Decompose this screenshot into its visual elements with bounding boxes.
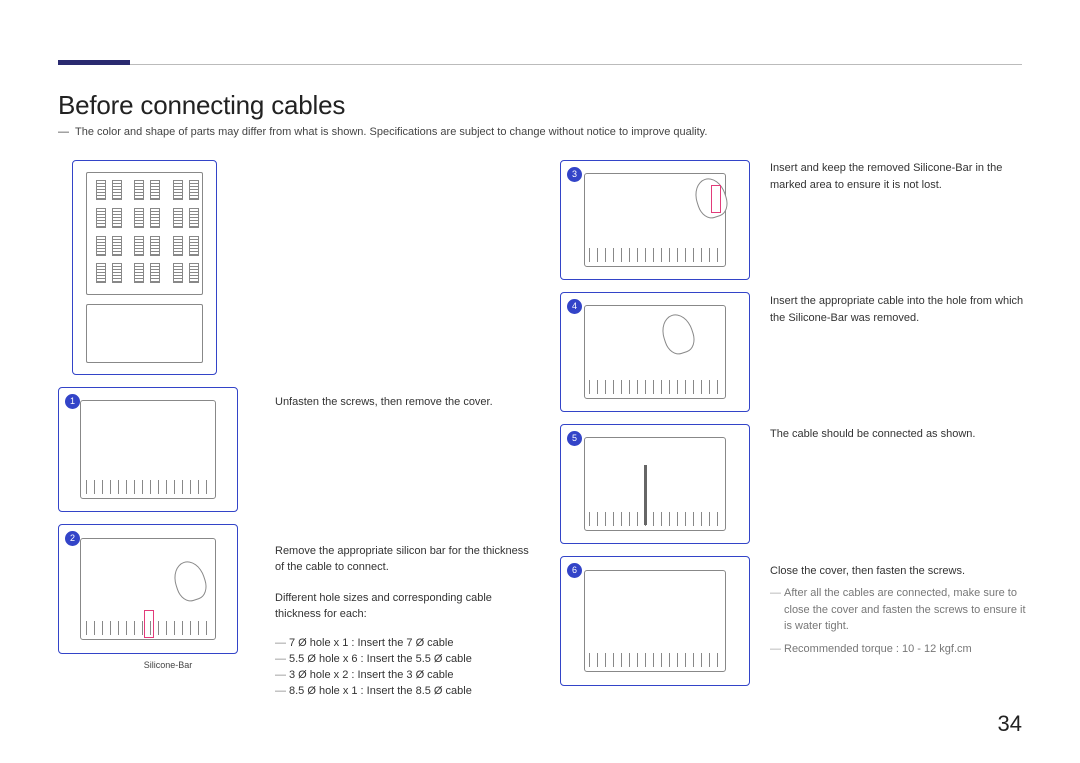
figure-3-slots	[589, 248, 721, 262]
intro-note: ― The color and shape of parts may differ…	[58, 126, 707, 138]
step-1-text: Unfasten the screws, then remove the cov…	[275, 394, 535, 411]
page-title: Before connecting cables	[58, 90, 345, 121]
cable-icon	[644, 465, 647, 525]
step-badge-3: 3	[567, 167, 582, 182]
figure-overview	[72, 160, 217, 375]
figure-3-highlight	[711, 185, 721, 213]
figure-2-highlight	[144, 610, 154, 638]
sublist-item-3: 3 Ø hole x 2 : Insert the 3 Ø cable	[289, 669, 535, 681]
step-3-text: Insert and keep the removed Silicone-Bar…	[770, 160, 1030, 193]
figure-overview-bottom	[86, 304, 203, 364]
intro-text: The color and shape of parts may differ …	[75, 126, 707, 138]
figure-1-slots	[86, 480, 211, 494]
step-badge-1: 1	[65, 394, 80, 409]
step-6-main: Close the cover, then fasten the screws.	[770, 563, 1030, 580]
step-2-text-b: Different hole sizes and corresponding c…	[275, 590, 535, 623]
sublist-item-2: 5.5 Ø hole x 6 : Insert the 5.5 Ø cable	[289, 653, 535, 665]
figure-2-caption: Silicone-Bar	[58, 660, 278, 670]
sublist-item-1: 7 Ø hole x 1 : Insert the 7 Ø cable	[289, 637, 535, 649]
figure-4-slots	[589, 380, 721, 394]
step-badge-5: 5	[567, 431, 582, 446]
step-6-note-1: After all the cables are connected, make…	[784, 585, 1030, 635]
column-figures-left: 1 2 Silicone-Bar	[58, 160, 278, 682]
figure-step-1: 1	[58, 387, 238, 512]
figure-step-3: 3	[560, 160, 750, 280]
step-6-note-2: Recommended torque : 10 - 12 kgf.cm	[784, 641, 1030, 658]
step-badge-2: 2	[65, 531, 80, 546]
header-rule	[58, 64, 1022, 65]
column-text-right: Insert and keep the removed Silicone-Bar…	[770, 160, 1030, 685]
page-number: 34	[998, 711, 1022, 737]
dash-icon: ―	[58, 126, 69, 138]
figure-step-5: 5	[560, 424, 750, 544]
figure-5-slots	[589, 512, 721, 526]
figure-6-slots	[589, 653, 721, 667]
column-text-left: Unfasten the screws, then remove the cov…	[275, 394, 535, 701]
header-accent	[58, 60, 130, 65]
figure-step-2: 2	[58, 524, 238, 654]
step-6-text: Close the cover, then fasten the screws.…	[770, 563, 1030, 658]
step-2-text-a: Remove the appropriate silicon bar for t…	[275, 543, 535, 576]
figure-step-4: 4	[560, 292, 750, 412]
figure-step-6: 6	[560, 556, 750, 686]
step-4-text: Insert the appropriate cable into the ho…	[770, 293, 1030, 326]
sublist-item-4: 8.5 Ø hole x 1 : Insert the 8.5 Ø cable	[289, 685, 535, 697]
column-figures-right: 3 4 5 6	[560, 160, 760, 698]
step-2-sublist: 7 Ø hole x 1 : Insert the 7 Ø cable 5.5 …	[275, 637, 535, 697]
step-badge-4: 4	[567, 299, 582, 314]
step-badge-6: 6	[567, 563, 582, 578]
step-5-text: The cable should be connected as shown.	[770, 426, 1030, 443]
